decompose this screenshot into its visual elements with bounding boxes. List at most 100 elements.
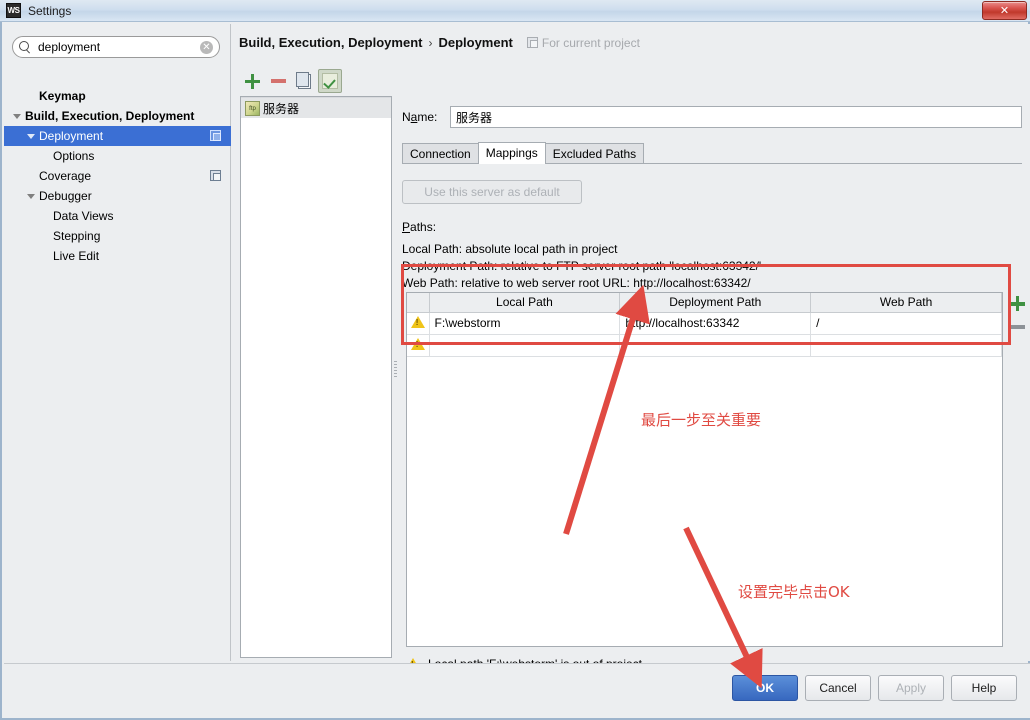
sidebar-item-stepping[interactable]: Stepping [4, 226, 231, 246]
use-this-server-as-default-button: Use this server as default [402, 180, 582, 204]
chevron-down-icon[interactable] [12, 111, 23, 122]
search-field-wrapper: ✕ [12, 36, 220, 58]
dialog-button-bar: OK Cancel Apply Help [4, 663, 1030, 718]
sidebar-item-label: Keymap [39, 89, 86, 103]
remove-server-button[interactable] [266, 69, 290, 93]
sidebar-item-debugger[interactable]: Debugger [4, 186, 231, 206]
name-input[interactable] [450, 106, 1022, 128]
remove-mapping-button[interactable] [1009, 325, 1025, 329]
breadcrumb: Build, Execution, Deployment › Deploymen… [239, 35, 640, 50]
local-path-cell[interactable]: F:\webstorm [429, 312, 621, 335]
warning-icon [410, 315, 425, 328]
apply-button: Apply [878, 675, 944, 701]
dialog-body: ✕ Keymap Build, Execution, Deployment Depl… [0, 22, 1030, 720]
server-list-item-label: 服务器 [263, 101, 300, 116]
sidebar-item-data-views[interactable]: Data Views [4, 206, 231, 226]
copy-server-button[interactable] [292, 69, 316, 93]
project-scope-copy-icon [210, 170, 221, 181]
sidebar-item-coverage[interactable]: Coverage [4, 166, 231, 186]
checkmark-icon [322, 73, 338, 89]
mappings-table: Local PathDeployment PathWeb Path F:\web… [407, 293, 1002, 357]
webstorm-logo-icon: WS [6, 3, 21, 18]
deployment-path-cell[interactable] [619, 334, 812, 357]
paths-label-accel: P [402, 220, 411, 234]
settings-tree: Keymap Build, Execution, Deployment Deploy… [4, 86, 231, 266]
table-row[interactable] [407, 334, 1002, 357]
tab-connection[interactable]: Connection [402, 143, 479, 164]
table-column-header[interactable]: Deployment Path [619, 293, 812, 313]
window-titlebar: WS Settings ✕ [0, 0, 1030, 22]
add-mapping-button[interactable] [1009, 296, 1025, 311]
settings-main-panel: Build, Execution, Deployment › Deploymen… [232, 24, 1030, 671]
settings-dialog-window: WS Settings ✕ ✕ Keymap Build, Execution, … [0, 0, 1030, 720]
table-side-toolbar [1004, 292, 1030, 352]
sidebar-item-options[interactable]: Options [4, 146, 231, 166]
mappings-table-container: Local PathDeployment PathWeb Path F:\web… [406, 292, 1003, 647]
cancel-button[interactable]: Cancel [805, 675, 871, 701]
sidebar-item-label: Build, Execution, Deployment [25, 109, 195, 123]
search-input[interactable] [36, 39, 200, 55]
project-scope-copy-icon [210, 130, 221, 141]
help-button[interactable]: Help [951, 675, 1017, 701]
deployment-path-cell[interactable]: http://localhost:63342 [619, 312, 812, 335]
sidebar-item-label: Options [53, 149, 95, 163]
path-description-line: Web Path: relative to web server root UR… [402, 276, 751, 290]
sidebar-item-label: Data Views [53, 209, 114, 223]
sidebar-item-label: Deployment [39, 129, 104, 143]
plus-icon [244, 73, 260, 89]
panel-splitter-handle[interactable] [393, 359, 398, 385]
name-label-accel: a [410, 110, 418, 124]
scope-text: For current project [541, 35, 640, 50]
table-row[interactable]: F:\webstormhttp://localhost:63342/ [407, 312, 1002, 335]
close-icon[interactable]: ✕ [982, 1, 1027, 20]
sidebar-item-keymap[interactable]: Keymap [4, 86, 231, 106]
window-title: Settings [28, 3, 72, 18]
sidebar-item-build-execution-deployment[interactable]: Build, Execution, Deployment [4, 106, 231, 126]
chevron-down-icon[interactable] [26, 131, 37, 142]
chevron-down-icon[interactable] [26, 191, 37, 202]
warning-icon [410, 337, 425, 350]
tab-mappings[interactable]: Mappings [477, 142, 546, 164]
table-column-header[interactable]: Local Path [429, 293, 621, 313]
server-list[interactable]: ftp 服务器 [240, 96, 392, 658]
sidebar-item-live-edit[interactable]: Live Edit [4, 246, 231, 266]
local-path-cell[interactable] [429, 334, 621, 357]
breadcrumb-root: Build, Execution, Deployment [239, 35, 423, 50]
deployment-form: Name: ConnectionMappingsExcluded Paths U… [402, 68, 1025, 671]
breadcrumb-leaf: Deployment [438, 35, 513, 50]
add-server-button[interactable] [240, 69, 264, 93]
name-label: Name: [402, 110, 438, 124]
breadcrumb-separator: › [428, 35, 433, 50]
table-column-header[interactable]: Web Path [810, 293, 1002, 313]
paths-description: Local Path: absolute local path in proje… [402, 241, 1022, 291]
web-path-cell[interactable]: / [810, 312, 1002, 335]
sidebar-item-deployment[interactable]: Deployment [4, 126, 231, 146]
ftp-server-icon: ftp [245, 101, 260, 116]
annotation-text-1: 最后一步至关重要 [641, 411, 762, 429]
path-description-line: Local Path: absolute local path in proje… [402, 242, 618, 256]
paths-label: Paths: [402, 220, 437, 234]
minus-icon [270, 79, 286, 83]
clear-icon[interactable]: ✕ [200, 40, 213, 54]
tab-excluded-paths[interactable]: Excluded Paths [544, 143, 645, 164]
table-header-row: Local Path Deployment Path Web Path [407, 293, 1002, 313]
web-path-cell[interactable] [810, 334, 1002, 357]
server-toolbar [240, 68, 395, 94]
use-as-default-toggle-button[interactable] [318, 69, 342, 93]
ok-button[interactable]: OK [732, 675, 798, 701]
server-list-item[interactable]: ftp 服务器 [241, 97, 391, 118]
sidebar-item-label: Debugger [39, 189, 92, 203]
sidebar-item-label: Stepping [53, 229, 101, 243]
settings-tabs: Connection Mappings Excluded Paths [402, 142, 1022, 164]
copy-icon [295, 71, 311, 89]
sidebar-item-label: Coverage [39, 169, 92, 183]
search-box[interactable]: ✕ [12, 36, 220, 58]
path-description-line: Deployment Path: relative to FTP server … [402, 259, 762, 273]
scope-copy-icon [526, 37, 538, 48]
